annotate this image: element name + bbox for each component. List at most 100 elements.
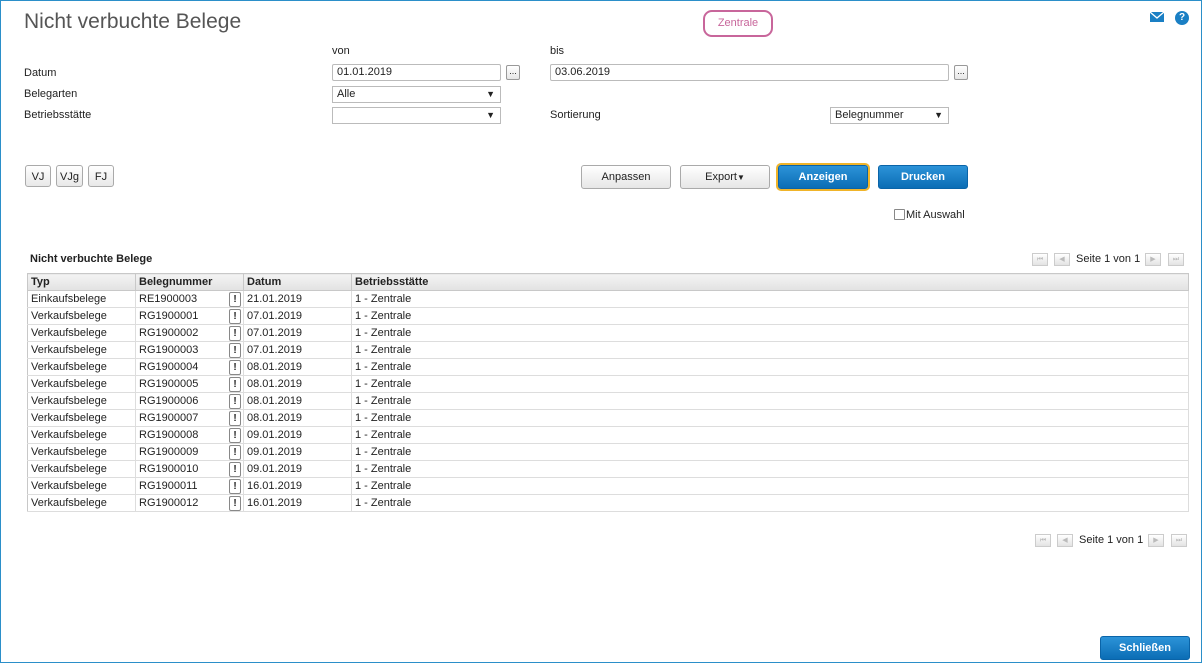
cell-datum-text: 16.01.2019 bbox=[247, 480, 303, 492]
mit-auswahl-checkbox[interactable] bbox=[894, 209, 905, 220]
cell-typ-text: Verkaufsbelege bbox=[31, 361, 107, 373]
vjg-button[interactable]: VJg bbox=[56, 165, 83, 187]
cell-belegnummer: RG1900004! bbox=[135, 358, 244, 376]
cell-betriebsstaette-text: 1 - Zentrale bbox=[355, 293, 412, 305]
branch-badge[interactable]: Zentrale bbox=[703, 10, 773, 37]
exclamation-icon[interactable]: ! bbox=[229, 377, 241, 392]
cell-betriebsstaette: 1 - Zentrale bbox=[351, 494, 1189, 512]
cell-belegnummer-text: RG1900010 bbox=[139, 463, 199, 475]
cell-datum: 16.01.2019 bbox=[243, 494, 352, 512]
chevron-down-icon: ▼ bbox=[486, 110, 495, 120]
schliessen-button[interactable]: Schließen bbox=[1100, 636, 1190, 660]
table-row[interactable]: Verkaufsbelege RG1900009! 09.01.2019 1 - Ze… bbox=[27, 443, 1189, 461]
cell-typ: Verkaufsbelege bbox=[27, 341, 136, 359]
first-page-icon[interactable]: ⏮ bbox=[1035, 534, 1051, 547]
cell-datum-text: 09.01.2019 bbox=[247, 429, 303, 441]
exclamation-icon[interactable]: ! bbox=[229, 309, 241, 324]
table-row[interactable]: Verkaufsbelege RG1900007! 08.01.2019 1 - Ze… bbox=[27, 409, 1189, 427]
prev-page-icon[interactable]: ◀ bbox=[1057, 534, 1073, 547]
exclamation-icon[interactable]: ! bbox=[229, 496, 241, 511]
cell-betriebsstaette-text: 1 - Zentrale bbox=[355, 395, 412, 407]
table-row[interactable]: Verkaufsbelege RG1900005! 08.01.2019 1 - Ze… bbox=[27, 375, 1189, 393]
last-page-icon[interactable]: ⏭ bbox=[1171, 534, 1187, 547]
cell-belegnummer-text: RG1900005 bbox=[139, 378, 199, 390]
betriebsstaette-select[interactable]: ▼ bbox=[332, 107, 501, 124]
cell-betriebsstaette: 1 - Zentrale bbox=[351, 477, 1189, 495]
datum-von-input[interactable]: 01.01.2019 bbox=[332, 64, 501, 81]
cell-belegnummer: RE1900003! bbox=[135, 290, 244, 308]
column-header-betriebsstaette[interactable]: Betriebsstätte bbox=[351, 273, 1189, 291]
table-row[interactable]: Einkaufsbelege RE1900003! 21.01.2019 1 - Ze… bbox=[27, 290, 1189, 308]
anpassen-button[interactable]: Anpassen bbox=[581, 165, 671, 189]
exclamation-icon[interactable]: ! bbox=[229, 360, 241, 375]
table-row[interactable]: Verkaufsbelege RG1900006! 08.01.2019 1 - Ze… bbox=[27, 392, 1189, 410]
cell-datum-text: 07.01.2019 bbox=[247, 344, 303, 356]
datum-bis-picker-button[interactable]: ... bbox=[954, 65, 968, 80]
table-row[interactable]: Verkaufsbelege RG1900012! 16.01.2019 1 - Ze… bbox=[27, 494, 1189, 512]
drucken-button[interactable]: Drucken bbox=[878, 165, 968, 189]
cell-datum: 07.01.2019 bbox=[243, 307, 352, 325]
cell-betriebsstaette: 1 - Zentrale bbox=[351, 375, 1189, 393]
betriebsstaette-label: Betriebsstätte bbox=[24, 109, 92, 121]
von-label: von bbox=[332, 45, 350, 57]
cell-betriebsstaette: 1 - Zentrale bbox=[351, 460, 1189, 478]
next-page-icon[interactable]: ▶ bbox=[1148, 534, 1164, 547]
last-page-icon[interactable]: ⏭ bbox=[1168, 253, 1184, 266]
column-header-belegnummer[interactable]: Belegnummer bbox=[135, 273, 244, 291]
belegarten-select[interactable]: Alle ▼ bbox=[332, 86, 501, 103]
help-icon[interactable]: ? bbox=[1175, 11, 1189, 25]
export-button[interactable]: Export▼ bbox=[680, 165, 770, 189]
caret-down-icon: ▼ bbox=[736, 173, 745, 182]
table-row[interactable]: Verkaufsbelege RG1900002! 07.01.2019 1 - Ze… bbox=[27, 324, 1189, 342]
sortierung-value: Belegnummer bbox=[835, 109, 904, 121]
cell-typ: Verkaufsbelege bbox=[27, 494, 136, 512]
cell-betriebsstaette: 1 - Zentrale bbox=[351, 392, 1189, 410]
cell-betriebsstaette: 1 - Zentrale bbox=[351, 307, 1189, 325]
table-row[interactable]: Verkaufsbelege RG1900011! 16.01.2019 1 - Ze… bbox=[27, 477, 1189, 495]
mail-icon[interactable] bbox=[1149, 11, 1165, 22]
exclamation-icon[interactable]: ! bbox=[229, 479, 241, 494]
column-header-typ[interactable]: Typ bbox=[27, 273, 136, 291]
table-header-row: Typ Belegnummer Datum Betriebsstätte bbox=[27, 273, 1189, 291]
prev-page-icon[interactable]: ◀ bbox=[1054, 253, 1070, 266]
cell-typ-text: Verkaufsbelege bbox=[31, 378, 107, 390]
cell-datum: 09.01.2019 bbox=[243, 426, 352, 444]
exclamation-icon[interactable]: ! bbox=[229, 292, 241, 307]
column-header-datum[interactable]: Datum bbox=[243, 273, 352, 291]
cell-datum: 08.01.2019 bbox=[243, 375, 352, 393]
vj-button[interactable]: VJ bbox=[25, 165, 51, 187]
page-title: Nicht verbuchte Belege bbox=[24, 10, 242, 33]
sortierung-select[interactable]: Belegnummer ▼ bbox=[830, 107, 949, 124]
cell-belegnummer: RG1900011! bbox=[135, 477, 244, 495]
exclamation-icon[interactable]: ! bbox=[229, 428, 241, 443]
cell-betriebsstaette-text: 1 - Zentrale bbox=[355, 378, 412, 390]
cell-typ-text: Verkaufsbelege bbox=[31, 310, 107, 322]
exclamation-icon[interactable]: ! bbox=[229, 445, 241, 460]
next-page-icon[interactable]: ▶ bbox=[1145, 253, 1161, 266]
cell-betriebsstaette-text: 1 - Zentrale bbox=[355, 446, 412, 458]
datum-von-picker-button[interactable]: ... bbox=[506, 65, 520, 80]
cell-betriebsstaette-text: 1 - Zentrale bbox=[355, 361, 412, 373]
cell-datum-text: 09.01.2019 bbox=[247, 463, 303, 475]
exclamation-icon[interactable]: ! bbox=[229, 462, 241, 477]
export-label: Export bbox=[705, 171, 737, 183]
cell-belegnummer: RG1900012! bbox=[135, 494, 244, 512]
datum-bis-input[interactable]: 03.06.2019 bbox=[550, 64, 949, 81]
cell-typ-text: Verkaufsbelege bbox=[31, 446, 107, 458]
anzeigen-button[interactable]: Anzeigen bbox=[778, 165, 868, 189]
table-row[interactable]: Verkaufsbelege RG1900010! 09.01.2019 1 - Ze… bbox=[27, 460, 1189, 478]
table-row[interactable]: Verkaufsbelege RG1900008! 09.01.2019 1 - Ze… bbox=[27, 426, 1189, 444]
exclamation-icon[interactable]: ! bbox=[229, 343, 241, 358]
cell-datum: 08.01.2019 bbox=[243, 392, 352, 410]
cell-belegnummer: RG1900008! bbox=[135, 426, 244, 444]
table-row[interactable]: Verkaufsbelege RG1900001! 07.01.2019 1 - Ze… bbox=[27, 307, 1189, 325]
table-row[interactable]: Verkaufsbelege RG1900004! 08.01.2019 1 - Ze… bbox=[27, 358, 1189, 376]
exclamation-icon[interactable]: ! bbox=[229, 326, 241, 341]
fj-button[interactable]: FJ bbox=[88, 165, 114, 187]
table-row[interactable]: Verkaufsbelege RG1900003! 07.01.2019 1 - Ze… bbox=[27, 341, 1189, 359]
cell-belegnummer-text: RG1900004 bbox=[139, 361, 199, 373]
exclamation-icon[interactable]: ! bbox=[229, 411, 241, 426]
cell-datum-text: 16.01.2019 bbox=[247, 497, 303, 509]
exclamation-icon[interactable]: ! bbox=[229, 394, 241, 409]
first-page-icon[interactable]: ⏮ bbox=[1032, 253, 1048, 266]
